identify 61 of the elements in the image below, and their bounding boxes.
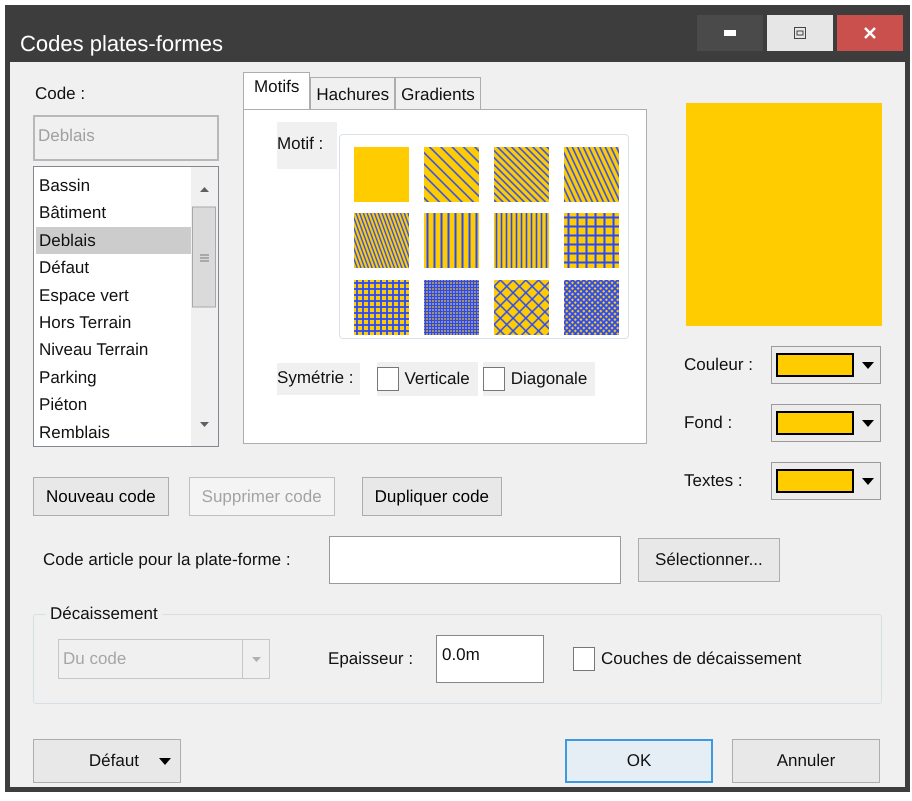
- tab[interactable]: Hachures: [310, 77, 396, 109]
- pattern-swatch[interactable]: [494, 147, 549, 202]
- color-label: Textes :: [684, 470, 744, 492]
- motif-label: Motif :: [277, 122, 337, 169]
- tab[interactable]: Gradients: [395, 77, 481, 109]
- restore-button[interactable]: [767, 15, 833, 51]
- ok-button[interactable]: OK: [565, 739, 713, 783]
- pattern-swatch[interactable]: [494, 280, 549, 335]
- pattern-swatch[interactable]: [354, 280, 409, 335]
- tab[interactable]: Motifs: [243, 72, 310, 109]
- checkbox[interactable]: [482, 367, 505, 391]
- list-item[interactable]: Deblais: [36, 226, 191, 254]
- cancel-button[interactable]: Annuler: [732, 739, 880, 783]
- restore-icon: [794, 27, 806, 39]
- minimize-icon: [724, 30, 736, 36]
- thickness-field[interactable]: 0.0m: [436, 635, 544, 683]
- list-item[interactable]: Hors Terrain: [36, 308, 191, 336]
- pattern-swatch[interactable]: [564, 147, 619, 202]
- list-item[interactable]: Parking: [36, 364, 191, 392]
- code-button[interactable]: Dupliquer code: [362, 477, 502, 516]
- pattern-swatch[interactable]: [494, 213, 549, 268]
- pattern-swatch[interactable]: [424, 280, 479, 335]
- list-item[interactable]: Remblais: [36, 418, 191, 446]
- code-list[interactable]: Bassin Bâtiment Deblais Défaut Espace vert Hors Terrain Niveau Terrain Parking Piéton Remblais: [33, 166, 219, 447]
- list-item[interactable]: Bâtiment: [36, 199, 191, 227]
- caret-icon: [862, 420, 874, 426]
- color-label: Couleur :: [684, 354, 754, 376]
- list-item[interactable]: Niveau Terrain: [36, 336, 191, 364]
- close-icon: [864, 27, 876, 39]
- code-label: Code :: [35, 83, 86, 103]
- caret-icon: [159, 758, 171, 764]
- caret-icon: [862, 478, 874, 484]
- color-dropdown[interactable]: [771, 404, 881, 442]
- list-item[interactable]: Piéton: [36, 391, 191, 419]
- window-title: Codes plates-formes: [20, 30, 223, 58]
- color-dropdown[interactable]: [771, 462, 881, 500]
- select-button[interactable]: Sélectionner...: [638, 538, 780, 582]
- article-label: Code article pour la plate-forme :: [43, 549, 292, 572]
- default-button[interactable]: Défaut: [33, 739, 181, 783]
- pattern-swatch[interactable]: [424, 213, 479, 268]
- code-button[interactable]: Nouveau code: [33, 477, 169, 516]
- dropdown-value: Du code: [62, 648, 128, 670]
- list-item[interactable]: Défaut: [36, 254, 191, 282]
- color-dropdown[interactable]: [771, 346, 881, 384]
- color-label: Fond :: [684, 412, 734, 434]
- caret-icon: [252, 656, 260, 662]
- symmetry-label: Symétrie :: [277, 363, 360, 395]
- checkbox-label[interactable]: Couches de décaissement: [601, 646, 802, 672]
- pattern-swatch[interactable]: [354, 213, 409, 268]
- caret-icon: [862, 362, 874, 368]
- thickness-label: Epaisseur :: [328, 648, 414, 670]
- minimize-button[interactable]: [697, 15, 763, 51]
- article-code-field[interactable]: [329, 536, 621, 584]
- pattern-swatch[interactable]: [564, 280, 619, 335]
- pattern-swatch[interactable]: [424, 147, 479, 202]
- list-item[interactable]: Espace vert: [36, 282, 191, 309]
- list-item[interactable]: Bassin: [36, 172, 191, 200]
- close-button[interactable]: [837, 15, 903, 51]
- checkbox[interactable]: [573, 647, 595, 671]
- checkbox[interactable]: [376, 367, 399, 391]
- pattern-swatch[interactable]: [354, 147, 409, 202]
